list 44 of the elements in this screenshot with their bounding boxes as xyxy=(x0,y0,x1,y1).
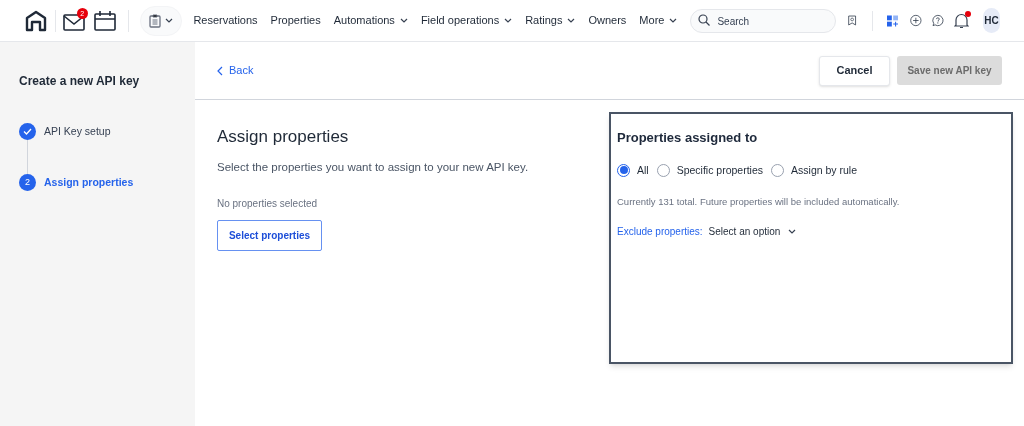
radio-option[interactable]: Assign by rule xyxy=(771,162,857,179)
chevron-down-icon xyxy=(788,228,797,234)
calendar-icon[interactable] xyxy=(93,10,116,31)
step-number: 2 xyxy=(19,174,36,191)
nav-menu-item[interactable]: Reservations xyxy=(193,12,258,29)
user-avatar[interactable]: HC xyxy=(982,8,1000,33)
back-link[interactable]: Back xyxy=(217,62,254,79)
search-icon xyxy=(698,13,711,26)
section-title: Assign properties xyxy=(217,126,350,148)
step-label[interactable]: Assign properties xyxy=(44,174,134,191)
nav-menu-item[interactable]: Field operations xyxy=(420,12,513,29)
radio-option[interactable]: Specific properties xyxy=(656,162,764,179)
nav-menu-item[interactable]: Ratings xyxy=(525,12,576,29)
search-field[interactable]: Search xyxy=(690,9,837,34)
chevron-down-icon xyxy=(669,18,678,23)
apps-icon[interactable] xyxy=(887,12,899,29)
nav-menu-item[interactable]: Owners xyxy=(588,12,627,29)
panel-note: Currently 131 total. Future properties will be included automatically. xyxy=(617,195,901,210)
empty-text: No properties selected xyxy=(217,196,319,211)
bell-icon[interactable] xyxy=(953,12,969,29)
panel-title: Properties assigned to xyxy=(617,129,759,147)
section-description: Select the properties you want to assign to your new API key. xyxy=(217,159,530,175)
cancel-button[interactable]: Cancel xyxy=(819,55,890,86)
bookmark-icon[interactable] xyxy=(848,13,857,28)
chevron-down-icon xyxy=(504,18,513,23)
clipboard-menu-button[interactable] xyxy=(140,5,183,36)
home-icon[interactable] xyxy=(24,8,48,33)
chevron-down-icon xyxy=(399,18,408,23)
exclude-label: Exclude properties: xyxy=(617,224,703,239)
select-properties-button[interactable]: Select properties xyxy=(217,219,322,251)
nav-menu-item[interactable]: Properties xyxy=(270,12,321,29)
clipboard-icon xyxy=(149,13,162,28)
nav-menu-item[interactable]: Automations xyxy=(333,12,408,29)
add-icon[interactable] xyxy=(910,12,923,29)
chevron-left-icon xyxy=(217,65,223,76)
chevron-down-icon xyxy=(567,18,576,23)
help-icon[interactable] xyxy=(932,12,944,29)
step-label[interactable]: API Key setup xyxy=(44,123,111,140)
exclude-dropdown[interactable]: Select an option xyxy=(708,223,797,239)
nav-menu-item[interactable]: More xyxy=(639,12,678,29)
mail-icon[interactable] xyxy=(62,13,85,32)
radio-option[interactable]: All xyxy=(617,162,649,179)
sidebar-title: Create a new API key xyxy=(19,73,141,90)
chevron-down-icon xyxy=(165,18,174,23)
